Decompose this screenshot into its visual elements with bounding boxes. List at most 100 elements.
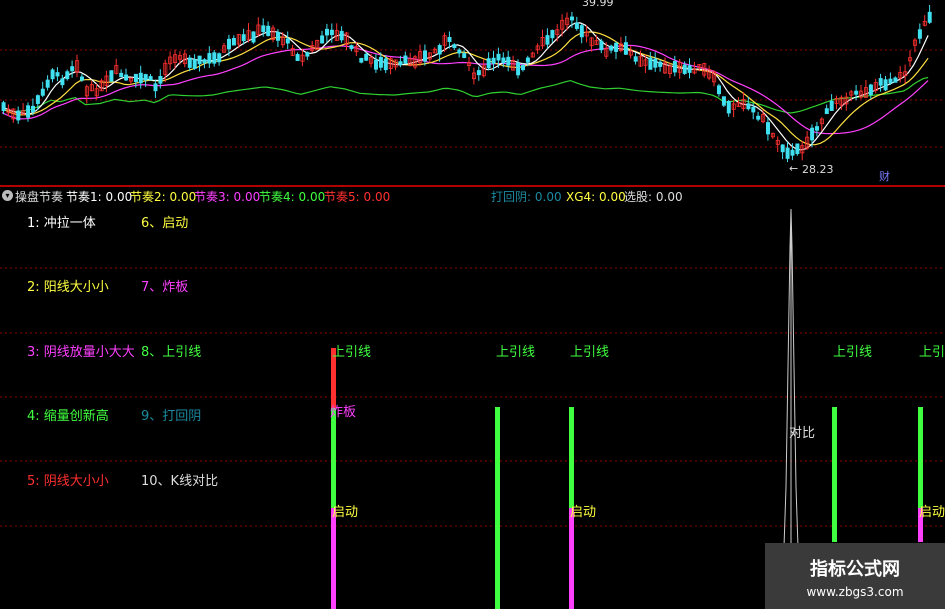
finance-badge[interactable]: 财 <box>879 168 890 184</box>
status-label: 节奏4: <box>259 190 295 204</box>
qidong-bar <box>569 508 574 609</box>
candle-body <box>226 38 231 50</box>
indicator-status-bar: 操盘节奏 节奏1: 0.00 节奏2: 0.00 节奏3: 0.00 节奏4: … <box>0 187 945 207</box>
signal-label-shangyinxian: 上引线 <box>833 345 873 360</box>
legend-item-4: 4: 缩量创新高 <box>27 409 109 424</box>
candle-body <box>50 69 55 80</box>
candle-body <box>295 54 300 61</box>
candle-body <box>476 70 481 76</box>
status-label: 选股: <box>624 190 653 204</box>
legend-item-3: 3: 阴线放量小大大 <box>27 345 135 360</box>
candle-body <box>726 100 731 114</box>
candle-body <box>285 38 290 44</box>
candle-body <box>275 31 280 41</box>
candle-body <box>324 28 329 36</box>
candle-body <box>187 57 192 68</box>
candle-body <box>516 62 521 76</box>
candle-body <box>883 79 888 91</box>
candle-body <box>217 53 222 63</box>
candle-body <box>525 57 530 63</box>
status-value: 0.00 <box>363 190 391 204</box>
candle-body <box>658 61 663 67</box>
legend-item-1: 1: 冲拉一体 <box>27 216 96 231</box>
status-item-xg4: XG4: 0.00 <box>566 187 626 207</box>
candle-body <box>119 72 124 78</box>
legend-item-10: 10、K线对比 <box>141 474 219 489</box>
indicator-name[interactable]: 操盘节奏 <box>15 187 63 207</box>
candle-body <box>457 49 462 54</box>
signal-label-qidong: 启动 <box>570 505 597 520</box>
candle-body <box>266 25 271 36</box>
candle-body <box>339 30 344 41</box>
legend-item-6: 6、启动 <box>141 216 189 231</box>
candle-body <box>197 55 202 65</box>
candle-body <box>491 57 496 64</box>
candle-body <box>241 34 246 42</box>
status-value: 0.00 <box>298 190 326 204</box>
signal-label-zhaban: 炸板 <box>330 405 357 420</box>
high-price-label: 39.99 <box>582 0 614 9</box>
price-chart[interactable] <box>0 0 945 185</box>
candle-body <box>486 58 491 69</box>
status-label: 打回阴: <box>491 190 532 204</box>
status-value: 0.00 <box>169 190 197 204</box>
candle-body <box>192 59 197 69</box>
candle-body <box>35 95 40 104</box>
shangyinxian-bar <box>832 407 837 542</box>
signal-label-shangyinxian: 上引线 <box>332 345 372 360</box>
candle-body <box>682 64 687 74</box>
status-item-jiezou2: 节奏2: 0.00 <box>130 187 196 207</box>
signal-label-qidong: 启动 <box>919 505 945 520</box>
candle-body <box>496 53 501 61</box>
status-item-dahuiyin: 打回阴: 0.00 <box>491 187 562 207</box>
candle-body <box>349 45 354 50</box>
candle-body <box>261 25 266 33</box>
candle-body <box>45 79 50 88</box>
candlestick-chart-canvas <box>0 4 945 163</box>
legend-item-5: 5: 阴线大小小 <box>27 474 109 489</box>
candle-body <box>207 53 212 64</box>
status-item-jiezou4: 节奏4: 0.00 <box>259 187 325 207</box>
watermark-url: www.zbgs3.com <box>806 585 904 599</box>
candle-body <box>751 106 756 113</box>
legend-item-2: 2: 阳线大小小 <box>27 280 109 295</box>
candle-body <box>893 77 898 83</box>
candle-body <box>501 57 506 64</box>
candle-body <box>815 126 820 131</box>
candle-body <box>320 35 325 44</box>
status-item-jiezou5: 节奏5: 0.00 <box>324 187 390 207</box>
candle-body <box>398 61 403 66</box>
status-value: 0.00 <box>599 190 626 204</box>
low-price-arrow: ← <box>789 162 799 175</box>
signal-label-qidong: 启动 <box>332 505 359 520</box>
candle-body <box>917 29 922 39</box>
candle-body <box>574 22 579 29</box>
candle-body <box>717 85 722 95</box>
candle-body <box>888 78 893 84</box>
candle-body <box>373 59 378 70</box>
candle-body <box>614 42 619 52</box>
candle-body <box>26 105 31 118</box>
status-value: 0.00 <box>233 190 261 204</box>
candle-body <box>109 70 114 82</box>
candle-body <box>133 73 138 82</box>
signal-label-shangyinxian: 上引线 <box>919 345 945 360</box>
candle-body <box>623 42 628 55</box>
candle-body <box>30 105 35 113</box>
candle-body <box>790 149 795 156</box>
watermark-logo: 指标公式网 www.zbgs3.com <box>765 543 945 609</box>
shangyinxian-bar <box>495 407 500 609</box>
candle-body <box>364 53 369 61</box>
candle-body <box>927 11 932 23</box>
candle-body <box>16 110 21 121</box>
candle-body <box>545 35 550 45</box>
status-item-jiezou1: 节奏1: 0.00 <box>66 187 132 207</box>
candle-body <box>878 78 883 86</box>
candle-body <box>854 90 859 95</box>
candle-body <box>506 56 511 66</box>
candle-body <box>687 65 692 73</box>
status-label: 节奏2: <box>130 190 166 204</box>
candle-body <box>785 147 790 159</box>
status-label: 节奏1: <box>66 190 102 204</box>
signal-label-duibi: 对比 <box>789 426 816 441</box>
